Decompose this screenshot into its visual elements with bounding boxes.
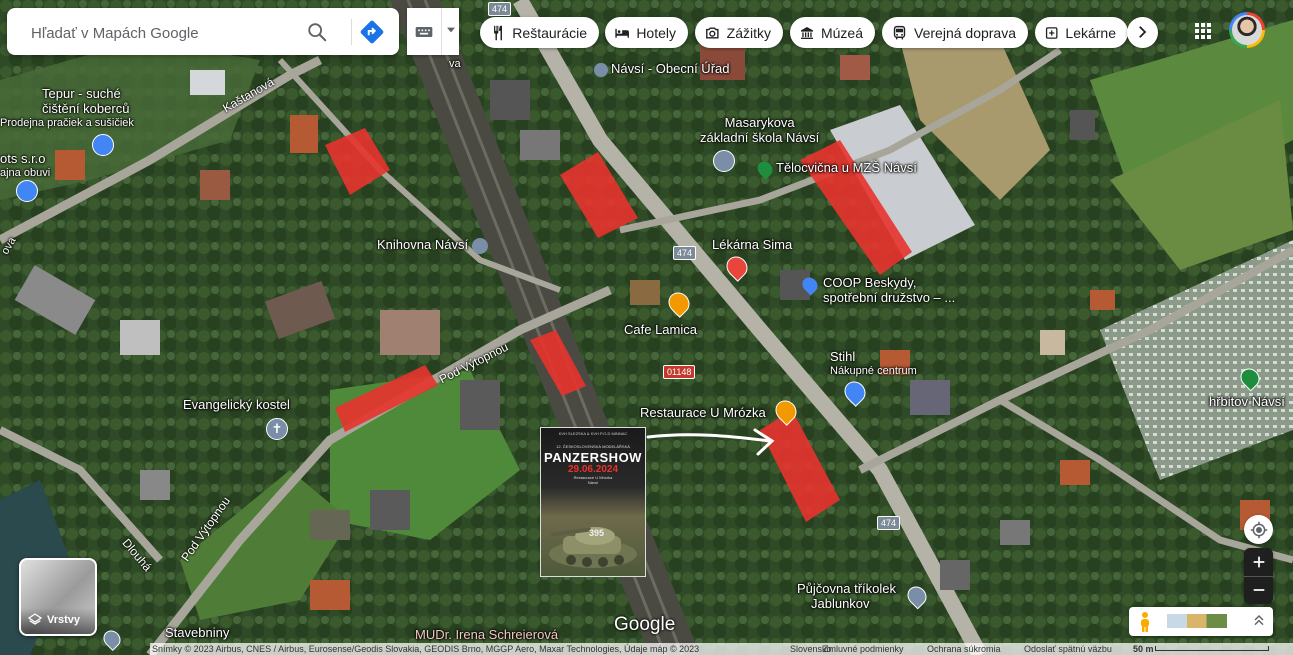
account-avatar[interactable] — [1229, 12, 1265, 48]
book-icon — [472, 237, 489, 254]
event-poster: KVH SLEZSKA & KVH P.O.D MINNAC 12. ČESKO… — [540, 427, 646, 577]
footer-bar: Snímky © 2023 Airbus, CNES / Airbus, Eur… — [150, 643, 1293, 655]
poster-venue-town: Návsí — [587, 480, 599, 485]
museum-icon — [800, 26, 813, 39]
footer-terms-link[interactable]: Zmluvné podmienky — [823, 643, 904, 655]
chevron-up-double-icon — [1254, 614, 1264, 626]
scale-label[interactable]: 50 m — [1133, 643, 1154, 655]
place-label-knihovna[interactable]: Knihovna Návsí — [377, 237, 489, 254]
place-label-skola[interactable]: Masarykova základní škola Návsí — [700, 115, 819, 145]
place-label-lekarna[interactable]: Lékárna Sima — [712, 237, 792, 252]
keyboard-button[interactable] — [407, 8, 442, 55]
place-label-coop[interactable]: COOP Beskydy, spotřební družstvo – ... — [799, 274, 955, 305]
search-input[interactable] — [29, 20, 303, 46]
chevron-right-icon — [1139, 26, 1147, 38]
zoom-in-button[interactable] — [1244, 548, 1273, 577]
pharmacy-icon — [1045, 26, 1058, 39]
expand-imagery-button[interactable] — [1251, 612, 1269, 632]
apps-button[interactable] — [1191, 19, 1217, 45]
place-label-restaurace[interactable]: Restaurace U Mrózka — [640, 405, 766, 420]
shopping-bag-icon[interactable] — [16, 180, 38, 202]
road-shield-474: 474 — [488, 2, 512, 16]
tank-image — [549, 527, 637, 568]
place-label-mudr[interactable]: MUDr. Irena Schreierová — [415, 627, 558, 642]
apps-grid-icon — [1195, 23, 1211, 39]
poster-tank-number: 395 — [589, 528, 605, 538]
camera-icon — [706, 26, 719, 39]
school-icon[interactable] — [713, 150, 735, 172]
category-chip-pharmacies[interactable]: Lekárne — [1035, 17, 1128, 48]
street-view-bar — [1129, 607, 1273, 636]
layers-label: Vrstvy — [47, 614, 81, 626]
map-attribution: Snímky © 2023 Airbus, CNES / Airbus, Eur… — [152, 644, 700, 654]
imagery-thumbnails[interactable] — [1167, 614, 1227, 628]
bed-icon — [615, 28, 629, 38]
divider — [351, 19, 352, 45]
poster-subtitle: 12. ČESKOSLOVENSKÁ MODELÁŘSKÁ — [556, 444, 630, 449]
place-label-ots[interactable]: ots s.r.o ajna obuvi — [0, 151, 50, 181]
zoom-out-button[interactable] — [1244, 577, 1273, 605]
place-label-cafe[interactable]: Cafe Lamica — [624, 322, 697, 337]
directions-button[interactable] — [359, 19, 385, 45]
church-icon[interactable]: ✝ — [266, 418, 288, 440]
place-label-telocvicna[interactable]: Tělocvična u MZŠ Návsí — [754, 157, 917, 180]
avatar-photo — [1232, 15, 1262, 45]
poster-organizer: KVH SLEZSKA & KVH P.O.D MINNAC — [558, 431, 628, 436]
place-label-pujcovna[interactable]: Půjčovna tříkolek Jablunkov — [797, 581, 896, 611]
location-target-icon — [1250, 521, 1267, 538]
pegman-icon — [1141, 612, 1149, 632]
layers-button[interactable]: Vrstvy — [19, 558, 97, 636]
place-label-evangelicky-kostel[interactable]: Evangelický kostel — [183, 397, 290, 412]
place-label-tepur-sub: Prodejna pračiek a sušičiek — [0, 117, 134, 129]
poster-date: 29.06.2024 — [567, 464, 619, 475]
keyboard-icon — [415, 27, 433, 37]
category-chip-transit[interactable]: Verejná doprava — [882, 17, 1028, 48]
category-chip-museums[interactable]: Múzeá — [790, 17, 875, 48]
place-label-tepur[interactable]: Tepur - suché čištění koberců — [42, 86, 129, 116]
search-box — [7, 8, 399, 55]
poster-title: PANZERSHOW — [544, 450, 642, 465]
plus-icon — [1253, 556, 1264, 568]
category-chip-hotels[interactable]: Hotely — [605, 17, 688, 48]
caret-down-icon — [447, 27, 455, 33]
category-chip-restaurants[interactable]: Reštaurácie — [480, 17, 599, 48]
road-shield-474: 474 — [877, 516, 901, 530]
directions-icon — [360, 20, 384, 44]
input-tools-dropdown[interactable] — [442, 8, 459, 55]
footer-feedback-link[interactable]: Odoslať spätnú väzbu — [1024, 643, 1112, 655]
shopping-bag-icon[interactable] — [92, 134, 114, 156]
my-location-button[interactable] — [1244, 515, 1273, 544]
place-label-obecni-urad[interactable]: Návsí - Obecní Úřad — [594, 61, 730, 77]
footer-privacy-link[interactable]: Ochrana súkromia — [927, 643, 1001, 655]
place-label-hrbitov[interactable]: hřbitov Návsí — [1209, 394, 1285, 409]
pin-icon — [754, 157, 776, 180]
road-shield-474: 474 — [673, 246, 697, 260]
minus-icon — [1253, 589, 1264, 592]
landmark-icon — [594, 62, 608, 77]
fork-knife-icon — [494, 25, 502, 40]
more-categories-button[interactable] — [1127, 17, 1158, 48]
input-tools — [407, 8, 459, 55]
category-chip-experiences[interactable]: Zážitky — [695, 17, 783, 48]
place-label-stihl[interactable]: Stihl Nákupné centrum — [830, 349, 917, 379]
place-label-va: va — [449, 58, 461, 70]
road-shield-01148: 01148 — [663, 365, 696, 379]
scale-bar — [1155, 646, 1269, 651]
bus-icon — [893, 25, 906, 39]
layers-icon — [27, 613, 43, 625]
zoom-controls — [1244, 548, 1273, 604]
pegman-button[interactable] — [1133, 610, 1157, 634]
search-button[interactable] — [303, 18, 331, 46]
google-logo: Google — [614, 614, 676, 635]
place-label-stavebniny[interactable]: Stavebniny — [165, 625, 229, 640]
search-icon — [308, 23, 327, 42]
